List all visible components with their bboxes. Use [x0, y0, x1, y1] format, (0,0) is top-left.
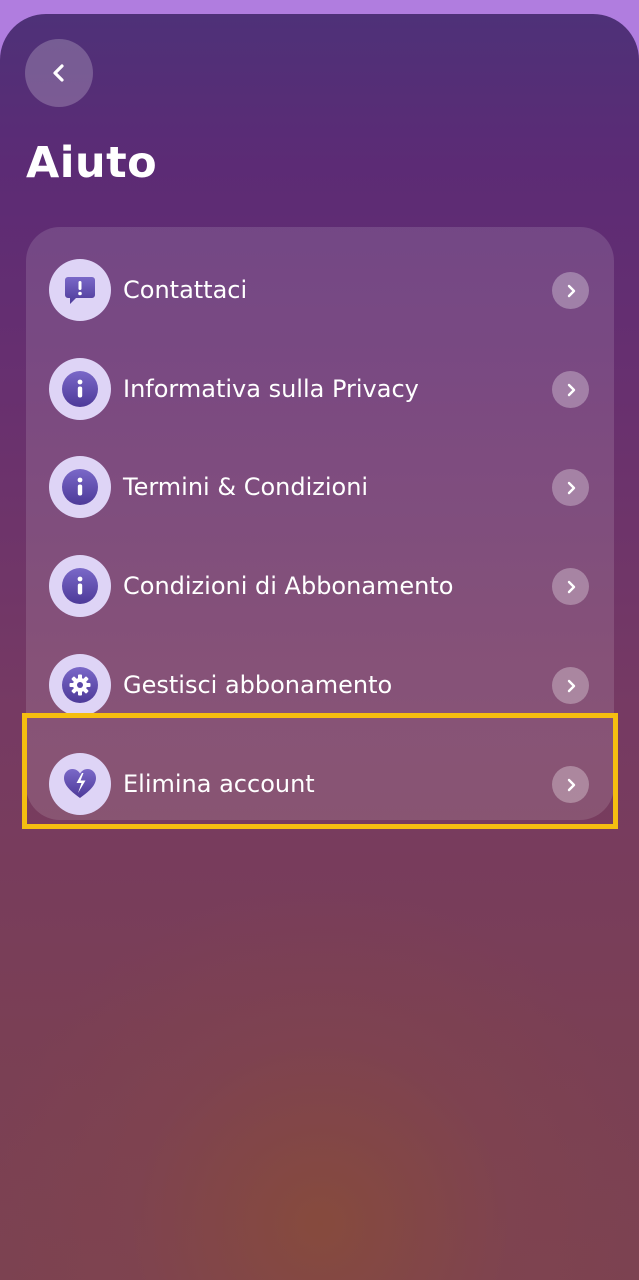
menu-item-condizioni-abbonamento[interactable]: Condizioni di Abbonamento: [26, 537, 614, 635]
back-button[interactable]: [25, 39, 93, 107]
menu-item-informativa-privacy[interactable]: Informativa sulla Privacy: [26, 340, 614, 438]
menu-item-elimina-account[interactable]: Elimina account: [26, 735, 614, 833]
help-menu-list: Contattaci Informativa sulla Privacy Ter…: [26, 227, 614, 820]
menu-item-label: Contattaci: [123, 276, 248, 304]
info-icon: [49, 358, 111, 420]
menu-item-contattaci[interactable]: Contattaci: [26, 241, 614, 339]
page-title: Aiuto: [26, 138, 158, 188]
broken-heart-icon: [49, 753, 111, 815]
menu-item-label: Elimina account: [123, 770, 315, 798]
alert-message-icon: [49, 259, 111, 321]
chevron-right-icon: [552, 667, 589, 704]
menu-item-termini-condizioni[interactable]: Termini & Condizioni: [26, 438, 614, 536]
menu-item-label: Termini & Condizioni: [123, 473, 369, 501]
menu-item-gestisci-abbonamento[interactable]: Gestisci abbonamento: [26, 636, 614, 734]
chevron-right-icon: [552, 568, 589, 605]
chevron-right-icon: [552, 371, 589, 408]
chevron-right-icon: [552, 766, 589, 803]
chevron-left-icon: [53, 64, 64, 82]
chevron-right-icon: [552, 469, 589, 506]
help-screen: Aiuto Contattaci Informativa sulla Priva…: [0, 14, 639, 1280]
menu-item-label: Gestisci abbonamento: [123, 671, 393, 699]
menu-item-label: Condizioni di Abbonamento: [123, 572, 454, 600]
info-icon: [49, 555, 111, 617]
menu-item-label: Informativa sulla Privacy: [123, 375, 419, 403]
gear-icon: [49, 654, 111, 716]
info-icon: [49, 456, 111, 518]
chevron-right-icon: [552, 272, 589, 309]
